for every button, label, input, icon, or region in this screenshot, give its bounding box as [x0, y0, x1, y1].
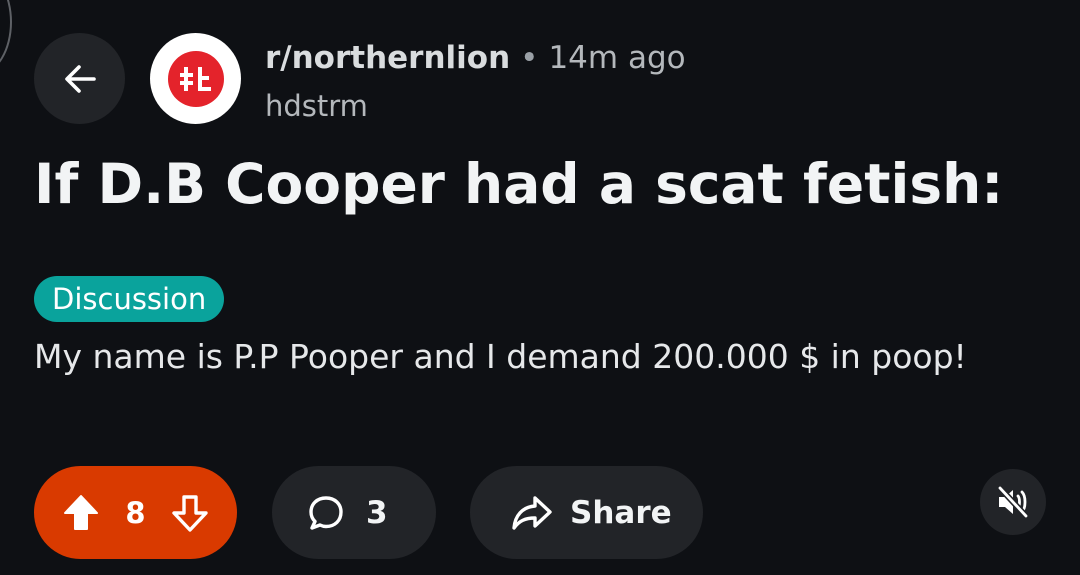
- downvote-button[interactable]: [171, 493, 209, 533]
- share-button[interactable]: Share: [470, 466, 703, 559]
- post-flair[interactable]: Discussion: [34, 276, 225, 322]
- post-body: My name is P.P Pooper and I demand 200.0…: [34, 337, 967, 376]
- post-screen: r/northernlion • 14m ago hdstrm If D.B Coo…: [0, 0, 1080, 575]
- comment-bubble-icon: [306, 493, 346, 533]
- upvote-button[interactable]: [62, 493, 100, 533]
- post-title: If D.B Cooper had a scat fetish:: [34, 152, 1004, 216]
- subreddit-avatar-logo: [167, 50, 224, 107]
- vote-count: 8: [125, 495, 146, 530]
- arrow-left-icon: [60, 59, 100, 99]
- post-meta: r/northernlion • 14m ago: [265, 38, 686, 78]
- upvote-arrow-icon: [64, 494, 98, 530]
- share-label: Share: [570, 494, 672, 531]
- muted-speaker-icon: [995, 484, 1031, 520]
- meta-separator: •: [520, 40, 539, 76]
- subreddit-avatar[interactable]: [150, 33, 241, 124]
- author-link[interactable]: hdstrm: [265, 86, 368, 126]
- subreddit-link[interactable]: r/northernlion: [265, 40, 510, 76]
- vote-bar: 8: [34, 466, 237, 559]
- comments-button[interactable]: 3: [272, 466, 436, 559]
- back-button[interactable]: [34, 33, 125, 124]
- downvote-arrow-icon: [172, 494, 208, 532]
- mute-button[interactable]: [980, 469, 1046, 535]
- corner-circle-edge: [0, 0, 12, 74]
- comment-count: 3: [366, 494, 388, 531]
- share-arrow-icon: [510, 493, 554, 533]
- post-timestamp: 14m ago: [548, 40, 686, 76]
